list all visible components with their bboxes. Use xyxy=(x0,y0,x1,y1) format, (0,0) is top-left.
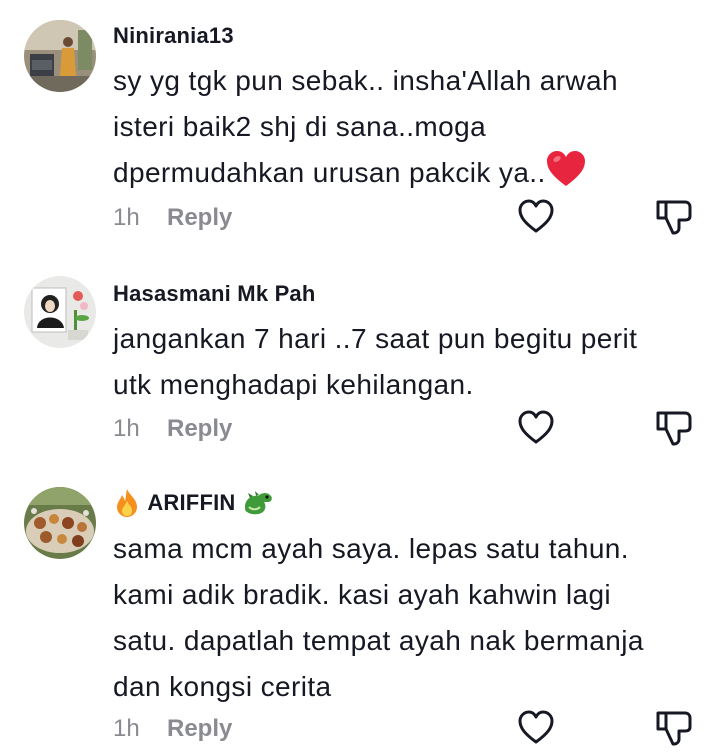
thumbs-down-outline-icon[interactable] xyxy=(655,196,695,236)
comment-text-line: isteri baik2 shj di sana..moga xyxy=(113,111,487,142)
comment-timestamp: 1h xyxy=(113,715,140,742)
comment-text-line: sy yg tgk pun sebak.. insha'Allah arwah xyxy=(113,65,618,96)
reply-button[interactable]: Reply xyxy=(167,415,232,443)
avatar[interactable] xyxy=(24,487,96,559)
thumbs-down-outline-icon[interactable] xyxy=(655,407,695,447)
avatar[interactable] xyxy=(24,20,96,92)
comment-text-line: dan kongsi cerita xyxy=(113,671,332,702)
comment-text: jangankan 7 hari ..7 saat pun begitu per… xyxy=(113,316,703,408)
avatar[interactable] xyxy=(24,276,96,348)
dragon-emoji xyxy=(244,491,272,515)
comment-meta: 1h Reply xyxy=(113,410,713,446)
comment-timestamp: 1h xyxy=(113,204,140,231)
comment-text-line: satu. dapatlah tempat ayah nak bermanja xyxy=(113,625,644,656)
reply-button[interactable]: Reply xyxy=(167,204,232,232)
comment-username[interactable]: Ninirania13 xyxy=(113,22,234,49)
comment-text-line: utk menghadapi kehilangan. xyxy=(113,369,474,400)
comment-meta: 1h Reply xyxy=(113,710,713,746)
comment-username[interactable]: Hasasmani Mk Pah xyxy=(113,280,316,307)
comment-timestamp: 1h xyxy=(113,415,140,442)
thumbs-down-outline-icon[interactable] xyxy=(655,707,695,747)
reply-button[interactable]: Reply xyxy=(167,715,232,743)
heart-outline-icon[interactable] xyxy=(517,198,555,234)
comment-text: sama mcm ayah saya. lepas satu tahun. ka… xyxy=(113,526,703,710)
comment-meta: 1h Reply xyxy=(113,199,713,235)
heart-outline-icon[interactable] xyxy=(517,709,555,745)
comment-text-line: kami adik bradik. kasi ayah kahwin lagi xyxy=(113,579,612,610)
comment-text-line: jangankan 7 hari ..7 saat pun begitu per… xyxy=(113,323,638,354)
fire-emoji xyxy=(117,489,137,517)
heart-emoji xyxy=(546,151,585,186)
comment-text-line: sama mcm ayah saya. lepas satu tahun. xyxy=(113,533,629,564)
comment-text-line: dpermudahkan urusan pakcik ya.. xyxy=(113,150,703,196)
comment-text: sy yg tgk pun sebak.. insha'Allah arwah … xyxy=(113,58,703,196)
heart-outline-icon[interactable] xyxy=(517,409,555,445)
comment-username[interactable]: ARIFFIN xyxy=(113,488,274,518)
